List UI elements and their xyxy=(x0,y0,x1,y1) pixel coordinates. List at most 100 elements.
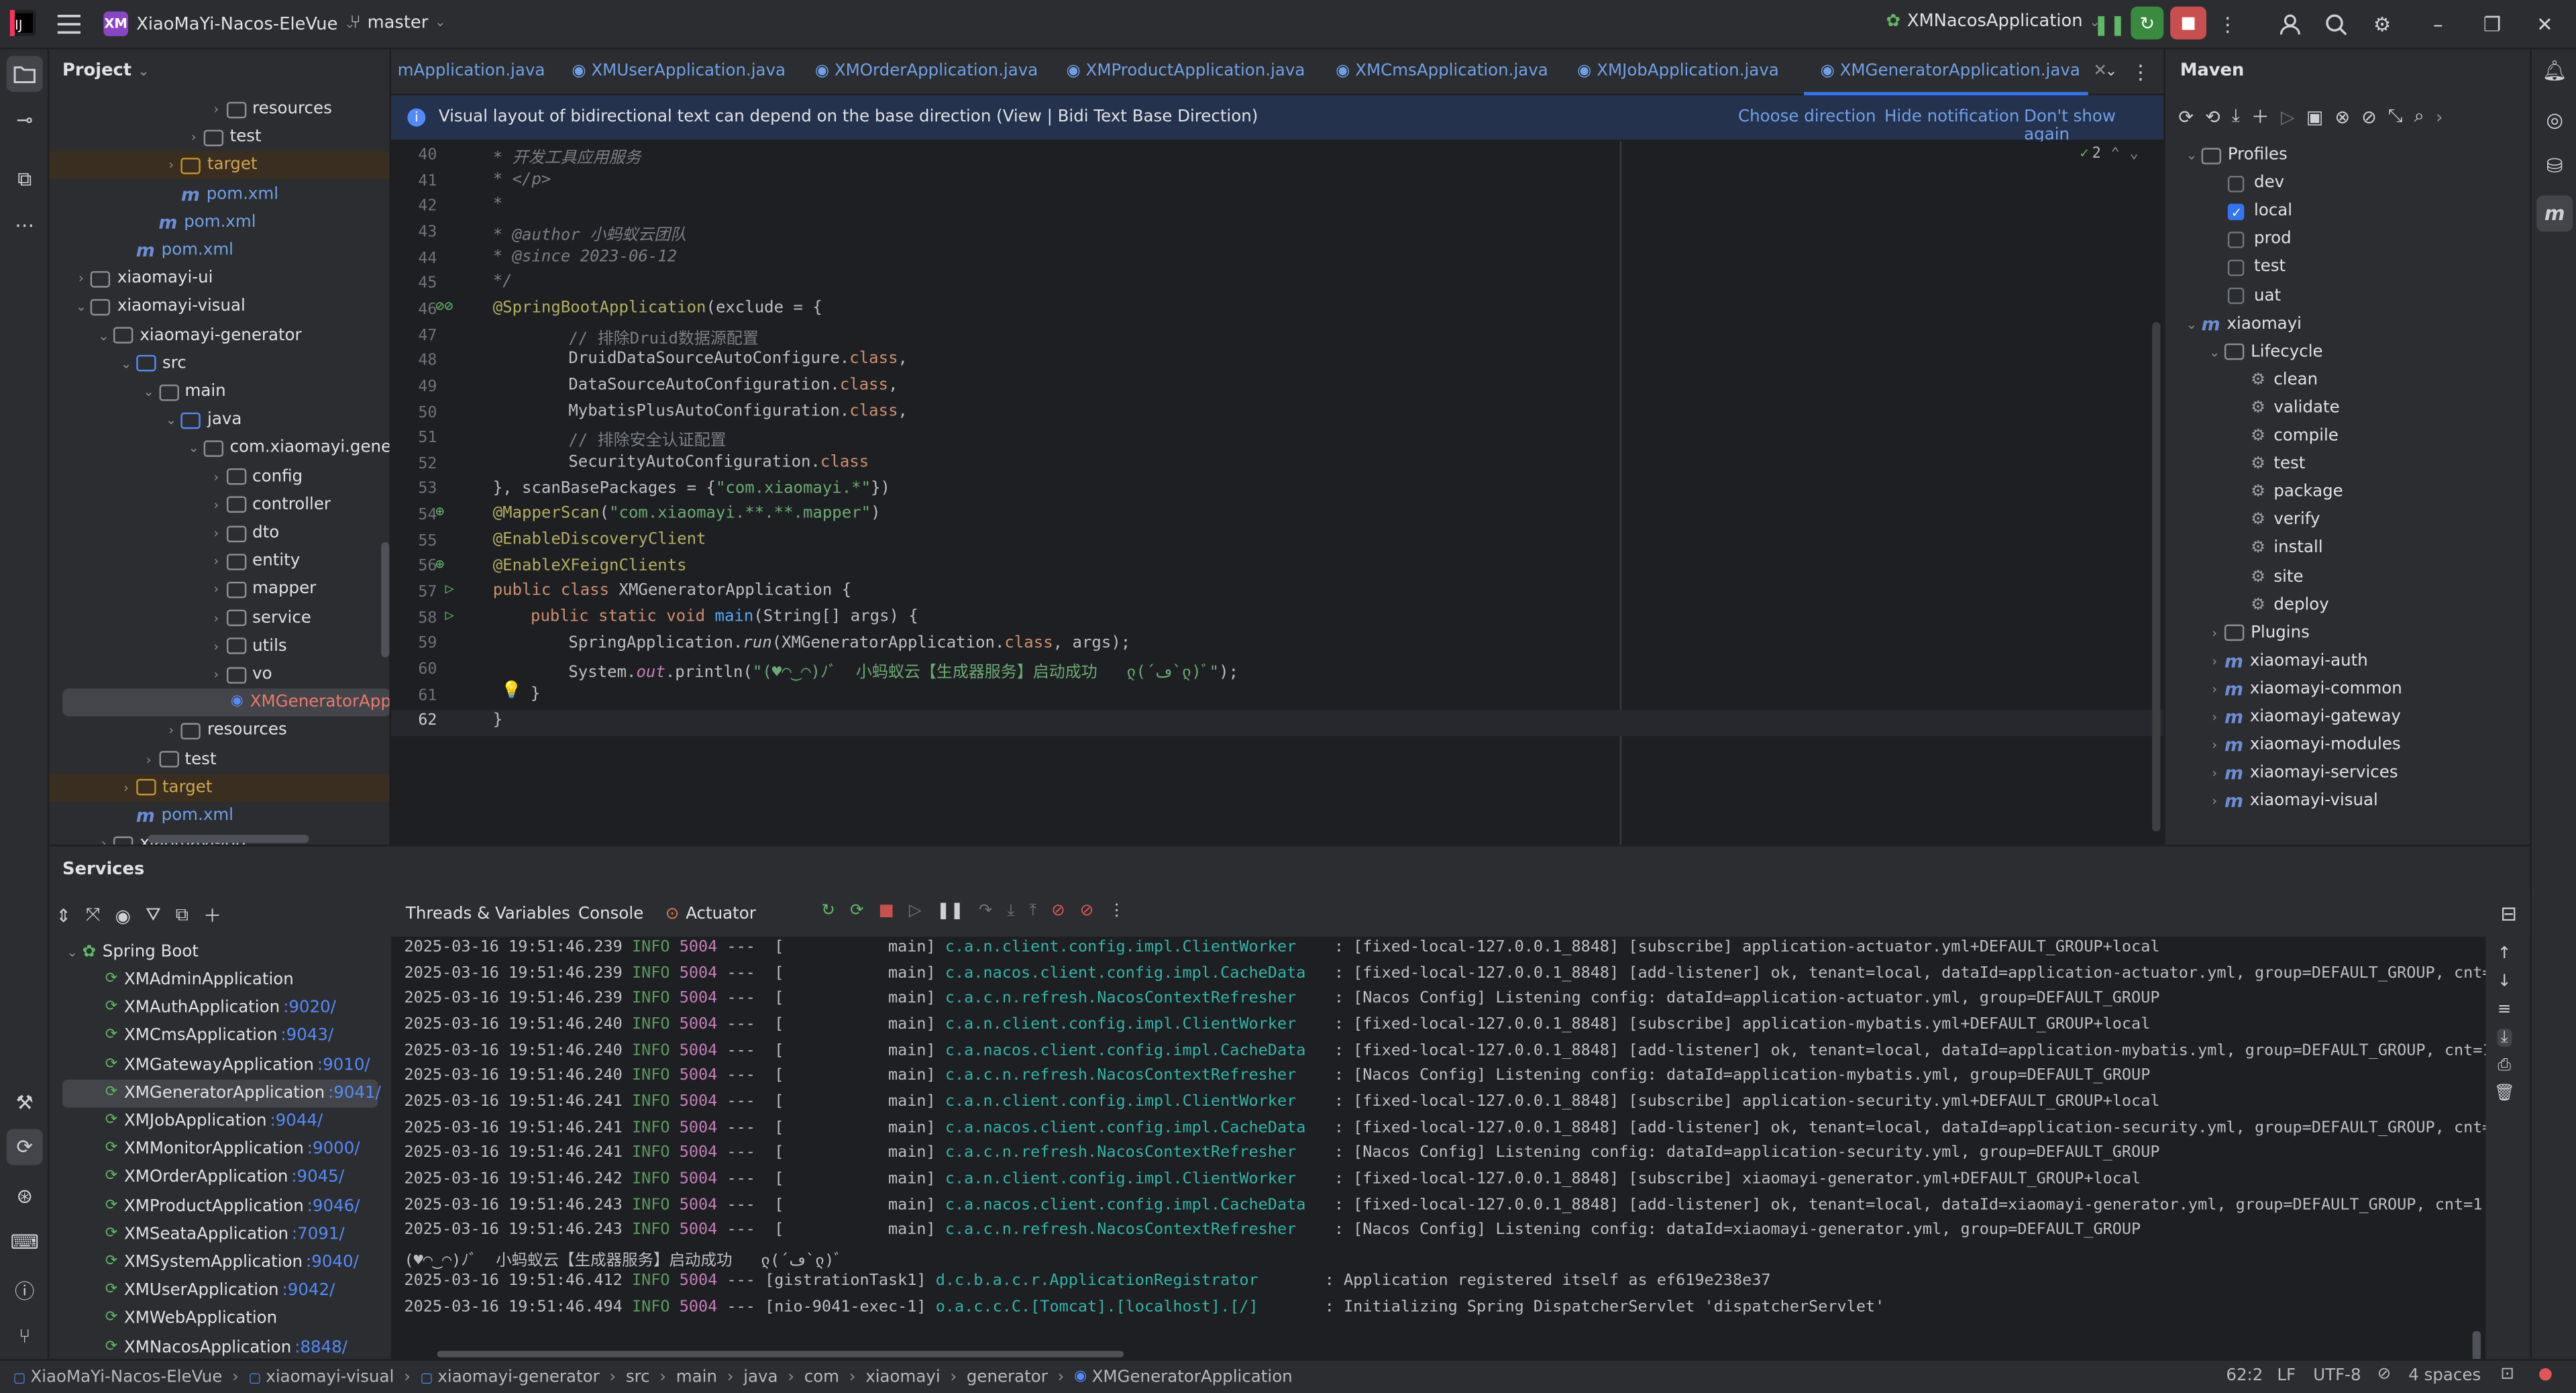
service-item[interactable]: ⟳ XMAdminApplication xyxy=(105,966,297,994)
profile-test[interactable]: test xyxy=(2227,254,2286,282)
problems-icon[interactable]: ⊛ xyxy=(10,1182,40,1211)
project-tool-button[interactable] xyxy=(6,56,43,93)
skip-tests-icon[interactable]: ⊘ xyxy=(2361,106,2377,127)
breadcrumb-item[interactable]: xiaomayi xyxy=(865,1368,940,1386)
project-tree-item[interactable]: › target xyxy=(49,773,390,802)
lightbulb-icon[interactable]: 💡 xyxy=(501,682,521,700)
git-icon[interactable]: ⑂ xyxy=(10,1321,40,1351)
service-port-link[interactable]: :9000/ xyxy=(307,1136,360,1164)
project-selector[interactable]: XM XiaoMaYi-Nacos-EleVue ⌄ xyxy=(103,11,356,36)
service-port-link[interactable]: :9046/ xyxy=(307,1192,360,1221)
profile-prod[interactable]: prod xyxy=(2227,225,2292,254)
editor-scrollbar[interactable] xyxy=(2152,322,2161,832)
chevron-down-icon[interactable]: ⌄ xyxy=(94,321,113,350)
hide-notification-link[interactable]: Hide notification xyxy=(1884,109,2019,127)
project-tree-item[interactable]: › resources xyxy=(207,95,332,123)
project-scrollbar[interactable] xyxy=(381,542,390,658)
service-item[interactable]: ⟳ XMUserApplication:9042/ xyxy=(105,1277,335,1305)
chevron-right-icon[interactable]: › xyxy=(207,660,226,688)
close-window-icon[interactable]: ✕ xyxy=(2530,10,2559,40)
service-port-link[interactable]: :9010/ xyxy=(317,1051,370,1079)
project-hscrollbar[interactable] xyxy=(148,835,309,843)
profile-checkbox[interactable] xyxy=(2227,199,2245,226)
project-tree-item[interactable]: › service xyxy=(207,604,311,632)
offline-mode-icon[interactable]: ⊗ xyxy=(2334,106,2350,127)
profile-checkbox[interactable] xyxy=(2227,231,2245,248)
code-editor[interactable]: ✓ 2 ⌃ ⌄ 40 41 42 43 44 45 46 47 48 49 50 51 52 53 54 55 5… xyxy=(390,141,2164,845)
lifecycle-package[interactable]: ⚙ package xyxy=(2251,478,2343,507)
service-item[interactable]: ⟳ XMGatewayApplication:9010/ xyxy=(105,1051,370,1079)
more-actions-icon[interactable]: ⋮ xyxy=(2213,10,2243,40)
service-item[interactable]: ⟳ XMOrderApplication:9045/ xyxy=(105,1164,344,1192)
ai-assistant-icon[interactable]: ◎ xyxy=(2540,105,2569,135)
breadcrumb-item[interactable]: ▢ xiaomayi-generator xyxy=(421,1368,600,1386)
maven-module-xiaomayi-gateway[interactable]: › m xiaomayi-gateway xyxy=(2205,703,2401,731)
lifecycle-validate[interactable]: ⚙ validate xyxy=(2251,394,2340,422)
file-encoding[interactable]: UTF-8 xyxy=(2313,1368,2361,1386)
restart-icon[interactable]: ↻ xyxy=(822,902,836,921)
caret-position[interactable]: 62:2 xyxy=(2226,1368,2263,1386)
project-tree-item[interactable]: m pom.xml xyxy=(116,802,233,830)
tab-xm-order-application[interactable]: ◉ XMOrderApplication.java xyxy=(815,49,1038,95)
soft-wrap-icon[interactable]: ≡ xyxy=(2498,1000,2512,1019)
inspection-widget[interactable]: ✓ 2 ⌃ ⌄ xyxy=(2080,146,2138,162)
generate-sources-icon[interactable]: ⟲ xyxy=(2205,106,2220,127)
layout-icon[interactable]: ⊟ xyxy=(2494,899,2524,929)
service-port-link[interactable]: :9040/ xyxy=(306,1249,359,1277)
tab-xm-job-application[interactable]: ◉ XMJobApplication.java xyxy=(1577,49,1779,95)
maven-lifecycle-node[interactable]: ⌄ Lifecycle xyxy=(2205,338,2323,366)
maven-module-xiaomayi-common[interactable]: › m xiaomayi-common xyxy=(2205,675,2402,703)
project-panel-header[interactable]: Project ⌄ xyxy=(62,61,149,81)
chevron-right-icon[interactable]: › xyxy=(139,745,158,774)
profile-checkbox[interactable] xyxy=(2227,287,2245,305)
profile-local[interactable]: local xyxy=(2227,197,2292,226)
breadcrumb-item[interactable]: generator xyxy=(967,1368,1048,1386)
tab-m-application[interactable]: mApplication.java xyxy=(398,49,545,95)
arrow-up-icon[interactable]: ↑ xyxy=(2498,945,2512,963)
clear-trash-icon[interactable]: 🗑︎ xyxy=(2494,1084,2515,1102)
maven-module-xiaomayi-services[interactable]: › m xiaomayi-services xyxy=(2205,760,2398,788)
line-separator[interactable]: LF xyxy=(2277,1368,2296,1386)
collapse-icon[interactable]: ⤡ xyxy=(2388,105,2403,128)
service-item[interactable]: ⟳ XMSeataApplication:7091/ xyxy=(105,1221,345,1249)
service-port-link[interactable]: :7091/ xyxy=(292,1221,345,1249)
service-port-link[interactable]: :9020/ xyxy=(283,994,336,1023)
lifecycle-compile[interactable]: ⚙ compile xyxy=(2251,422,2339,450)
tab-list-chevron-icon[interactable]: ⌄ xyxy=(2096,58,2126,87)
project-tree-item[interactable]: › mapper xyxy=(207,576,316,604)
project-tree-item[interactable]: ⌄ main xyxy=(139,378,225,406)
project-tree-item[interactable]: › target xyxy=(49,152,390,180)
error-indicator-icon[interactable]: ● xyxy=(2538,1365,2553,1384)
analyze-icon[interactable]: ⌕ xyxy=(2414,105,2424,128)
project-tree-item[interactable]: › utils xyxy=(207,632,286,660)
chevron-down-icon[interactable]: ⌄ xyxy=(161,406,180,434)
view-breakpoints-icon[interactable]: ⊘ xyxy=(1051,902,1065,921)
structure-icon[interactable]: ⧉ xyxy=(10,164,40,194)
service-item[interactable]: ⟳ XMWebApplication xyxy=(105,1305,280,1333)
spring-bean-gutter-icon[interactable]: ⊘⊘ xyxy=(435,299,453,315)
service-item[interactable]: ⟳ XMGeneratorApplication:9041/ xyxy=(62,1079,381,1108)
lifecycle-deploy[interactable]: ⚙ deploy xyxy=(2251,591,2329,619)
breadcrumb-item[interactable]: com xyxy=(804,1368,839,1386)
project-tree-item[interactable]: ⌄ java xyxy=(161,406,241,434)
service-port-link[interactable]: :8848/ xyxy=(294,1334,347,1361)
chevron-down-icon[interactable]: ⌄ xyxy=(116,350,136,378)
stop-icon[interactable]: ■ xyxy=(879,902,894,921)
service-port-link[interactable]: :9041/ xyxy=(328,1079,381,1107)
chevron-right-icon[interactable]: › xyxy=(207,604,226,632)
project-tree-item[interactable]: m pom.xml xyxy=(139,209,256,237)
stop-button[interactable]: ■ xyxy=(2170,6,2207,40)
choose-direction-link[interactable]: Choose direction xyxy=(1738,109,1876,127)
chevron-right-icon[interactable]: › xyxy=(207,463,226,491)
chevron-right-icon[interactable]: › xyxy=(207,95,226,123)
breadcrumb-item[interactable]: ▢ xiaomayi-visual xyxy=(248,1368,394,1386)
tab-xm-generator-application[interactable]: ◉ XMGeneratorApplication.java ✕ xyxy=(1804,49,2107,96)
notifications-alert-icon[interactable]: ⓘ xyxy=(10,1275,40,1304)
project-tree-item[interactable]: m pom.xml xyxy=(161,180,278,208)
service-item[interactable]: ⟳ XMMonitorApplication:9000/ xyxy=(105,1136,360,1164)
indent-setting[interactable]: 4 spaces xyxy=(2408,1368,2481,1386)
step-into-icon[interactable]: ⤓ xyxy=(1007,902,1014,921)
project-tree-item[interactable]: › config xyxy=(207,463,303,491)
console-hscrollbar[interactable] xyxy=(437,1351,1124,1357)
chevron-down-icon[interactable]: ⌄ xyxy=(139,378,158,406)
